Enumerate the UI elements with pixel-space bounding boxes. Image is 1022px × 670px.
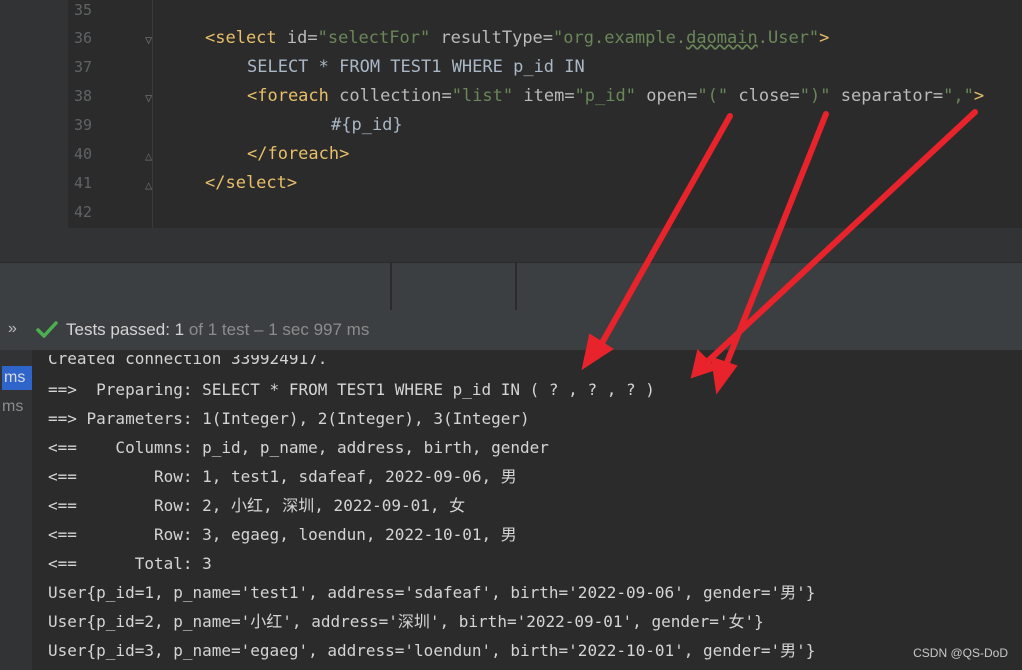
annotation-arrows <box>581 109 978 395</box>
arrow-open <box>595 113 733 353</box>
arrow-close-head <box>710 356 738 395</box>
arrow-separator <box>703 109 978 366</box>
arrow-open-head <box>581 333 614 371</box>
